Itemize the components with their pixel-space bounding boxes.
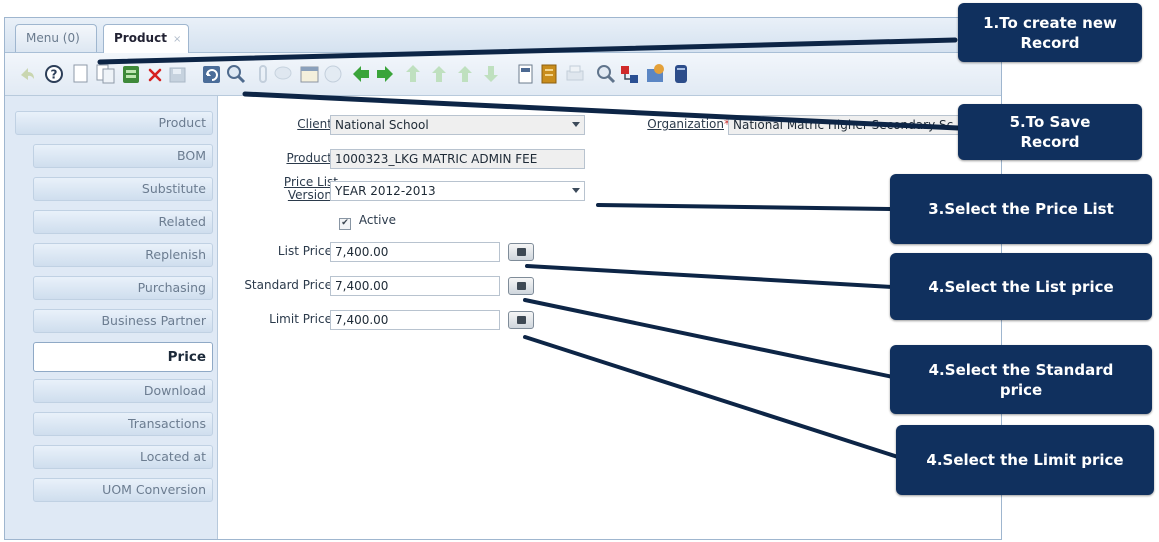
standard-price-label: Standard Price*: [244, 278, 338, 292]
callout-select-standard-price: 4.Select the Standard price: [890, 345, 1152, 414]
refresh-icon[interactable]: [201, 63, 221, 85]
price-list-version-select[interactable]: YEAR 2012-2013: [330, 181, 585, 201]
callout-select-price-list: 3.Select the Price List: [890, 174, 1152, 244]
sidebar-item-uom-conversion[interactable]: UOM Conversion: [33, 478, 213, 502]
delete-icon[interactable]: [145, 63, 165, 85]
callout-text: Record: [1020, 33, 1080, 52]
tab-product-label: Product: [114, 31, 167, 45]
first-record-icon[interactable]: [351, 63, 371, 85]
list-price-label: List Price*: [277, 244, 338, 258]
sidebar-item-replenish[interactable]: Replenish: [33, 243, 213, 267]
callout-select-limit-price: 4.Select the Limit price: [896, 425, 1154, 495]
new-record-icon[interactable]: [71, 63, 91, 85]
chevron-down-icon: [572, 122, 580, 127]
product-label: Product*: [286, 151, 338, 165]
client-select[interactable]: National School: [330, 115, 585, 135]
sidebar-item-substitute[interactable]: Substitute: [33, 177, 213, 201]
sidebar-item-located-at[interactable]: Located at: [33, 445, 213, 469]
previous-record-icon[interactable]: [403, 63, 423, 85]
list-price-field[interactable]: 7,400.00: [330, 242, 500, 262]
client-label: Client*: [297, 117, 338, 131]
chat-icon[interactable]: [273, 63, 293, 85]
price-form: Client* National School Organization* Na…: [218, 96, 1001, 539]
callout-text: 5.To Save: [1009, 113, 1091, 131]
zoom-icon[interactable]: [595, 63, 616, 85]
sidebar-item-purchasing[interactable]: Purchasing: [33, 276, 213, 300]
last-record-icon[interactable]: [481, 63, 501, 85]
print-icon[interactable]: [565, 63, 585, 85]
active-row: ✔ Active: [339, 213, 396, 230]
callout-text: 3.Select the Price List: [928, 200, 1114, 218]
detail-icon[interactable]: [429, 63, 449, 85]
svg-text:?: ?: [51, 68, 58, 82]
standard-price-field[interactable]: 7,400.00: [330, 276, 500, 296]
archive-icon[interactable]: [539, 63, 559, 85]
window-tab-bar: Menu (0) Product ×: [5, 18, 1001, 53]
translate-icon[interactable]: [671, 63, 691, 85]
undo-icon[interactable]: [17, 63, 37, 85]
callout-select-list-price: 4.Select the List price: [890, 253, 1152, 320]
tab-navigation-sidebar: Product BOM Substitute Related Replenish…: [5, 96, 218, 539]
limit-price-calculator-button[interactable]: [508, 311, 534, 329]
calculator-icon: [517, 282, 526, 290]
callout-text: 1.To create new: [983, 13, 1117, 32]
find-icon[interactable]: [225, 63, 246, 85]
sidebar-item-related[interactable]: Related: [33, 210, 213, 234]
standard-price-calculator-button[interactable]: [508, 277, 534, 295]
attachment-icon[interactable]: [253, 63, 273, 85]
organization-label: Organization*: [647, 117, 730, 131]
price-list-version-label: Price ListVersion*: [283, 175, 338, 202]
toolbar: ?: [5, 53, 1001, 96]
callout-text: Record: [1020, 133, 1080, 151]
report-icon[interactable]: [515, 63, 535, 85]
callout-text: price: [999, 380, 1043, 399]
callout-text: 4.Select the Limit price: [926, 451, 1124, 469]
sidebar-item-price[interactable]: Price: [33, 342, 213, 372]
application-window: Menu (0) Product × ? Product BOM Substit…: [4, 17, 1002, 540]
delete-selection-icon[interactable]: [121, 63, 141, 85]
organization-select[interactable]: National Matric Higher Secondary Sc: [728, 115, 968, 135]
active-label: Active: [358, 213, 396, 227]
callout-save-record: 5.To Save Record: [958, 104, 1142, 160]
sidebar-item-business-partner[interactable]: Business Partner: [33, 309, 213, 333]
next-record-icon[interactable]: [375, 63, 395, 85]
sidebar-item-product[interactable]: Product: [15, 111, 213, 135]
help-icon[interactable]: ?: [43, 63, 63, 85]
product-info-icon[interactable]: [645, 63, 665, 85]
calculator-icon: [517, 316, 526, 324]
callout-text: 4.Select the List price: [928, 277, 1114, 296]
tab-menu[interactable]: Menu (0): [15, 24, 97, 52]
sidebar-item-transactions[interactable]: Transactions: [33, 412, 213, 436]
chevron-down-icon: [572, 188, 580, 193]
close-tab-icon[interactable]: ×: [173, 34, 181, 45]
check-icon[interactable]: [323, 63, 343, 85]
calculator-icon: [517, 248, 526, 256]
limit-price-label: Limit Price*: [269, 312, 338, 326]
callout-text: 4.Select the Standard: [928, 360, 1114, 379]
save-icon[interactable]: [167, 63, 187, 85]
active-checkbox[interactable]: ✔: [339, 218, 351, 230]
parent-icon[interactable]: [455, 63, 475, 85]
tab-menu-label: Menu (0): [26, 31, 80, 45]
limit-price-field[interactable]: 7,400.00: [330, 310, 500, 330]
workflow-icon[interactable]: [619, 63, 639, 85]
list-price-calculator-button[interactable]: [508, 243, 534, 261]
copy-record-icon[interactable]: [95, 63, 115, 85]
callout-create-new-record: 1.To create new Record: [958, 3, 1142, 62]
sidebar-item-download[interactable]: Download: [33, 379, 213, 403]
sidebar-item-bom[interactable]: BOM: [33, 144, 213, 168]
product-field[interactable]: 1000323_LKG MATRIC ADMIN FEE: [330, 149, 585, 169]
tab-product[interactable]: Product ×: [103, 24, 189, 53]
history-icon[interactable]: [299, 63, 319, 85]
